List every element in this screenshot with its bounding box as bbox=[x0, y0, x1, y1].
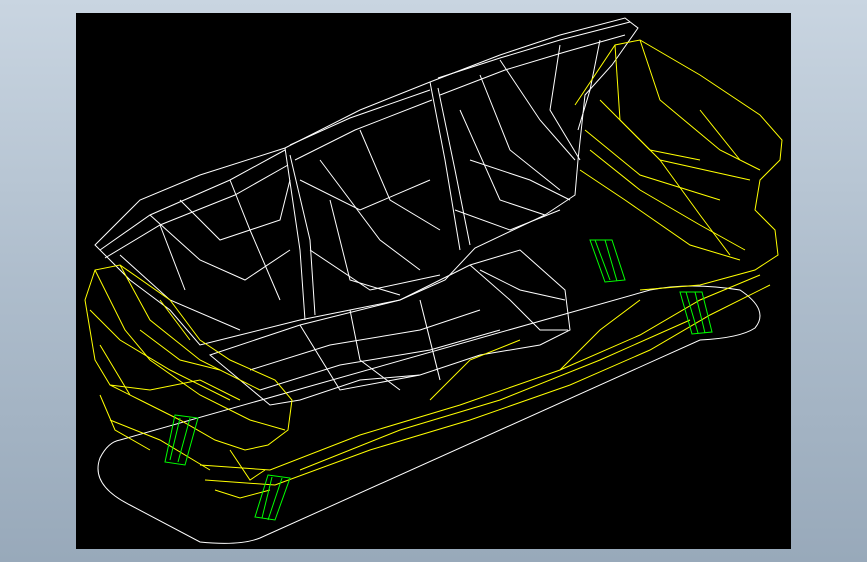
cad-window bbox=[0, 0, 867, 562]
sofa-legs bbox=[164, 239, 713, 521]
frame-arms bbox=[84, 39, 783, 499]
leg-back-right bbox=[679, 291, 713, 335]
sofa-wireframe bbox=[84, 17, 783, 544]
model-viewport[interactable] bbox=[76, 13, 791, 549]
back-cushions bbox=[94, 17, 639, 406]
leg-back-left bbox=[589, 239, 626, 283]
